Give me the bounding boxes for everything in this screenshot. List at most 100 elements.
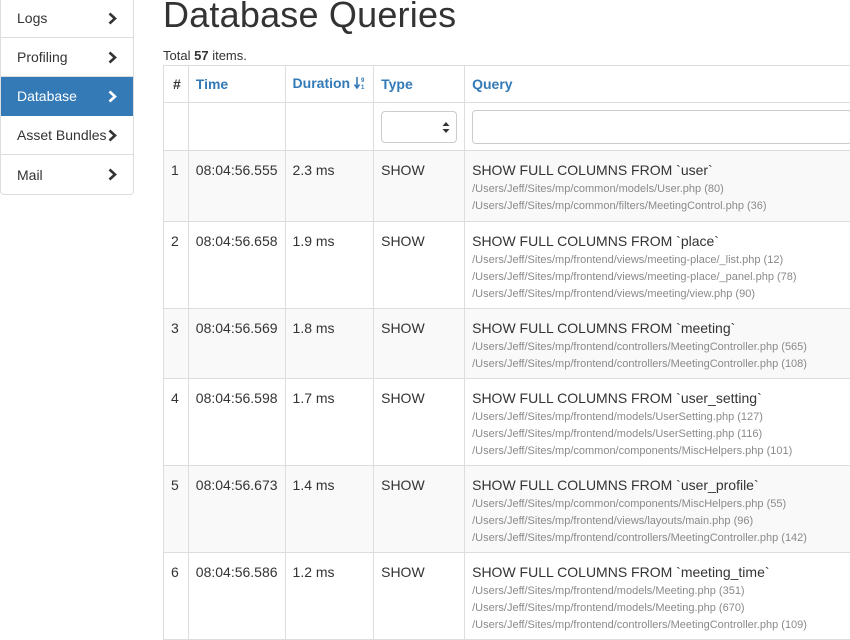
row-duration: 1.2 ms [285, 553, 374, 640]
query-text: SHOW FULL COLUMNS FROM `meeting` [472, 320, 850, 336]
chevron-right-icon [107, 89, 117, 103]
query-trace-line: /Users/Jeff/Sites/mp/common/components/M… [472, 443, 850, 460]
row-query: SHOW FULL COLUMNS FROM `meeting` /Users/J… [465, 309, 850, 379]
svg-text:1: 1 [361, 85, 365, 90]
chevron-right-icon [107, 168, 117, 182]
row-type: SHOW [374, 309, 465, 379]
sort-query-link[interactable]: Query [472, 76, 512, 92]
query-text: SHOW FULL COLUMNS FROM `user_profile` [472, 477, 850, 493]
row-query: SHOW FULL COLUMNS FROM `user_profile` /Us… [465, 466, 850, 553]
sidebar-item-label: Profiling [17, 49, 68, 65]
query-trace-line: /Users/Jeff/Sites/mp/frontend/models/Mee… [472, 600, 850, 617]
query-text: SHOW FULL COLUMNS FROM `user` [472, 162, 850, 178]
summary-suffix: items. [212, 48, 247, 63]
query-trace-line: /Users/Jeff/Sites/mp/common/models/User.… [472, 181, 850, 198]
row-index: 6 [164, 553, 189, 640]
table-row: 408:04:56.5981.7 msSHOWSHOW FULL COLUMNS… [164, 379, 850, 466]
sidebar-item-asset-bundles[interactable]: Asset Bundles [1, 116, 133, 155]
query-text: SHOW FULL COLUMNS FROM `place` [472, 233, 850, 249]
row-time: 08:04:56.569 [188, 309, 285, 379]
sidebar-item-label: Mail [17, 167, 43, 183]
table-row: 108:04:56.5552.3 msSHOWSHOW FULL COLUMNS… [164, 151, 850, 222]
sort-type-link[interactable]: Type [381, 76, 413, 92]
table-row: 608:04:56.5861.2 msSHOWSHOW FULL COLUMNS… [164, 553, 850, 640]
table-row: 308:04:56.5691.8 msSHOWSHOW FULL COLUMNS… [164, 309, 850, 379]
query-text: SHOW FULL COLUMNS FROM `user_setting` [472, 390, 850, 406]
summary: Total 57 items. [163, 48, 247, 63]
query-trace-line: /Users/Jeff/Sites/mp/common/components/M… [472, 496, 850, 513]
filter-row [164, 103, 850, 151]
queries-table: # Time Duration91 Type Query 108:04:56.5… [163, 65, 850, 640]
row-query: SHOW FULL COLUMNS FROM `user` /Users/Jeff… [465, 151, 850, 222]
query-filter-input[interactable] [472, 110, 850, 144]
query-trace-line: /Users/Jeff/Sites/mp/frontend/controller… [472, 356, 850, 373]
row-type: SHOW [374, 151, 465, 222]
row-duration: 1.7 ms [285, 379, 374, 466]
query-text: SHOW FULL COLUMNS FROM `meeting_time` [472, 564, 850, 580]
query-trace-line: /Users/Jeff/Sites/mp/frontend/views/meet… [472, 269, 850, 286]
row-type: SHOW [374, 379, 465, 466]
header-time: Time [188, 66, 285, 103]
svg-text:9: 9 [361, 78, 365, 84]
row-time: 08:04:56.658 [188, 222, 285, 309]
chevron-right-icon [107, 11, 117, 25]
row-index: 4 [164, 379, 189, 466]
row-time: 08:04:56.555 [188, 151, 285, 222]
query-trace-line: /Users/Jeff/Sites/mp/frontend/controller… [472, 617, 850, 634]
row-query: SHOW FULL COLUMNS FROM `user_setting` /Us… [465, 379, 850, 466]
row-duration: 1.4 ms [285, 466, 374, 553]
query-trace-line: /Users/Jeff/Sites/mp/frontend/views/meet… [472, 286, 850, 303]
query-trace-line: /Users/Jeff/Sites/mp/frontend/controller… [472, 530, 850, 547]
sort-duration-link[interactable]: Duration91 [293, 75, 367, 91]
summary-count: 57 [194, 48, 208, 63]
header-type: Type [374, 66, 465, 103]
sidebar-item-mail[interactable]: Mail [1, 155, 133, 194]
filter-cell-duration [285, 103, 374, 151]
row-time: 08:04:56.673 [188, 466, 285, 553]
query-trace-line: /Users/Jeff/Sites/mp/frontend/models/Use… [472, 409, 850, 426]
filter-cell-time [188, 103, 285, 151]
row-duration: 2.3 ms [285, 151, 374, 222]
row-type: SHOW [374, 466, 465, 553]
row-index: 1 [164, 151, 189, 222]
query-trace-line: /Users/Jeff/Sites/mp/frontend/models/Mee… [472, 583, 850, 600]
sidebar-item-logs[interactable]: Logs [1, 0, 133, 38]
table-row: 208:04:56.6581.9 msSHOWSHOW FULL COLUMNS… [164, 222, 850, 309]
query-trace-line: /Users/Jeff/Sites/mp/frontend/views/layo… [472, 513, 850, 530]
row-type: SHOW [374, 553, 465, 640]
filter-cell-index [164, 103, 189, 151]
row-index: 2 [164, 222, 189, 309]
select-arrows-icon [442, 121, 450, 137]
query-trace-line: /Users/Jeff/Sites/mp/frontend/controller… [472, 339, 850, 356]
query-trace-line: /Users/Jeff/Sites/mp/common/filters/Meet… [472, 198, 850, 215]
type-filter-select[interactable] [381, 111, 457, 143]
row-duration: 1.9 ms [285, 222, 374, 309]
filter-cell-query [465, 103, 850, 151]
sidebar-item-label: Logs [17, 10, 47, 26]
sort-time-link[interactable]: Time [196, 76, 228, 92]
sort-duration-label: Duration [293, 75, 351, 91]
row-time: 08:04:56.598 [188, 379, 285, 466]
debug-sidebar: Logs Profiling Database Asset Bundles Mail [0, 0, 134, 195]
sidebar-item-label: Database [17, 88, 77, 104]
row-query: SHOW FULL COLUMNS FROM `meeting_time` /Us… [465, 553, 850, 640]
chevron-right-icon [107, 128, 117, 142]
sidebar-item-label: Asset Bundles [17, 127, 107, 143]
row-time: 08:04:56.586 [188, 553, 285, 640]
query-trace-line: /Users/Jeff/Sites/mp/frontend/models/Use… [472, 426, 850, 443]
header-row: # Time Duration91 Type Query [164, 66, 850, 103]
sidebar-item-database[interactable]: Database [1, 77, 133, 116]
chevron-right-icon [107, 50, 117, 64]
sort-numeric-desc-icon: 91 [354, 76, 366, 93]
page-title: Database Queries [163, 0, 456, 36]
sidebar-item-profiling[interactable]: Profiling [1, 38, 133, 77]
row-query: SHOW FULL COLUMNS FROM `place` /Users/Jef… [465, 222, 850, 309]
header-index: # [164, 66, 189, 103]
row-index: 5 [164, 466, 189, 553]
filter-cell-type [374, 103, 465, 151]
table-row: 508:04:56.6731.4 msSHOWSHOW FULL COLUMNS… [164, 466, 850, 553]
header-query: Query [465, 66, 850, 103]
summary-prefix: Total [163, 48, 190, 63]
row-type: SHOW [374, 222, 465, 309]
header-duration: Duration91 [285, 66, 374, 103]
